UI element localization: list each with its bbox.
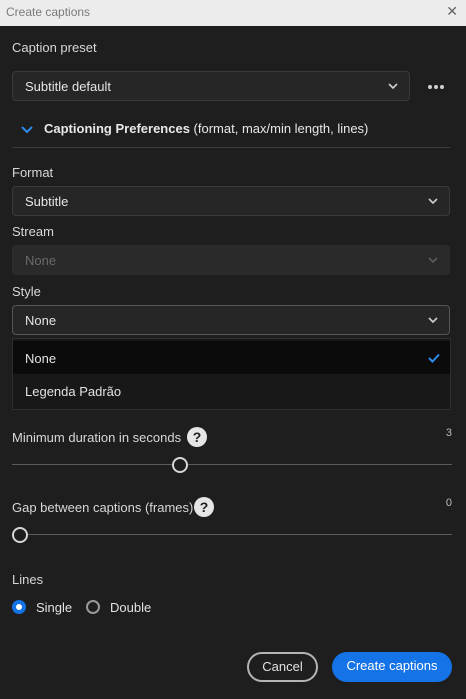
style-label: Style <box>12 284 41 299</box>
cancel-button[interactable]: Cancel <box>247 652 318 682</box>
help-icon[interactable]: ? <box>194 497 214 517</box>
chevron-down-icon <box>428 257 438 264</box>
style-option-legenda-padrao[interactable]: Legenda Padrão <box>13 374 450 407</box>
style-option-label: Legenda Padrão <box>25 384 122 399</box>
caption-preset-value: Subtitle default <box>25 79 112 94</box>
style-dropdown-menu: None Legenda Padrão <box>12 338 451 410</box>
title-bar: Create captions ✕ <box>0 0 466 26</box>
min-duration-slider-track[interactable] <box>12 464 452 465</box>
radio-dot <box>12 600 26 614</box>
help-icon[interactable]: ? <box>187 427 207 447</box>
gap-value: 0 <box>445 497 452 509</box>
gap-label: Gap between captions (frames) <box>12 500 194 515</box>
section-divider <box>12 147 450 148</box>
more-options-icon[interactable] <box>427 78 445 96</box>
chevron-down-icon <box>428 317 438 324</box>
format-label: Format <box>12 165 54 180</box>
stream-select: None <box>12 245 450 275</box>
min-duration-slider-thumb[interactable] <box>172 457 188 473</box>
window-title: Create captions <box>6 5 91 19</box>
stream-value: None <box>25 253 57 268</box>
lines-label: Lines <box>12 572 44 587</box>
style-option-label: None <box>25 351 57 366</box>
chevron-down-icon <box>428 198 438 205</box>
caption-preset-select[interactable]: Subtitle default <box>12 71 410 101</box>
style-value: None <box>25 313 57 328</box>
lines-option-label: Single <box>36 600 73 615</box>
gap-slider-thumb[interactable] <box>12 527 28 543</box>
format-value: Subtitle <box>25 194 69 209</box>
lines-option-label: Double <box>110 600 152 615</box>
style-select[interactable]: None <box>12 305 450 335</box>
captioning-preferences-label: Captioning Preferences (format, max/min … <box>44 121 369 136</box>
close-icon[interactable]: ✕ <box>446 3 458 20</box>
chevron-down-icon <box>388 83 398 90</box>
style-option-none[interactable]: None <box>13 341 450 374</box>
min-duration-label: Minimum duration in seconds <box>12 430 182 445</box>
min-duration-value: 3 <box>445 427 452 439</box>
create-captions-button[interactable]: Create captions <box>332 652 452 682</box>
stream-label: Stream <box>12 224 54 239</box>
radio-dot <box>86 600 100 614</box>
checkmark-icon <box>428 353 440 363</box>
gap-slider-track[interactable] <box>12 534 452 535</box>
caption-preset-label: Caption preset <box>12 40 97 55</box>
format-select[interactable]: Subtitle <box>12 186 450 216</box>
chevron-down-icon <box>21 126 33 134</box>
